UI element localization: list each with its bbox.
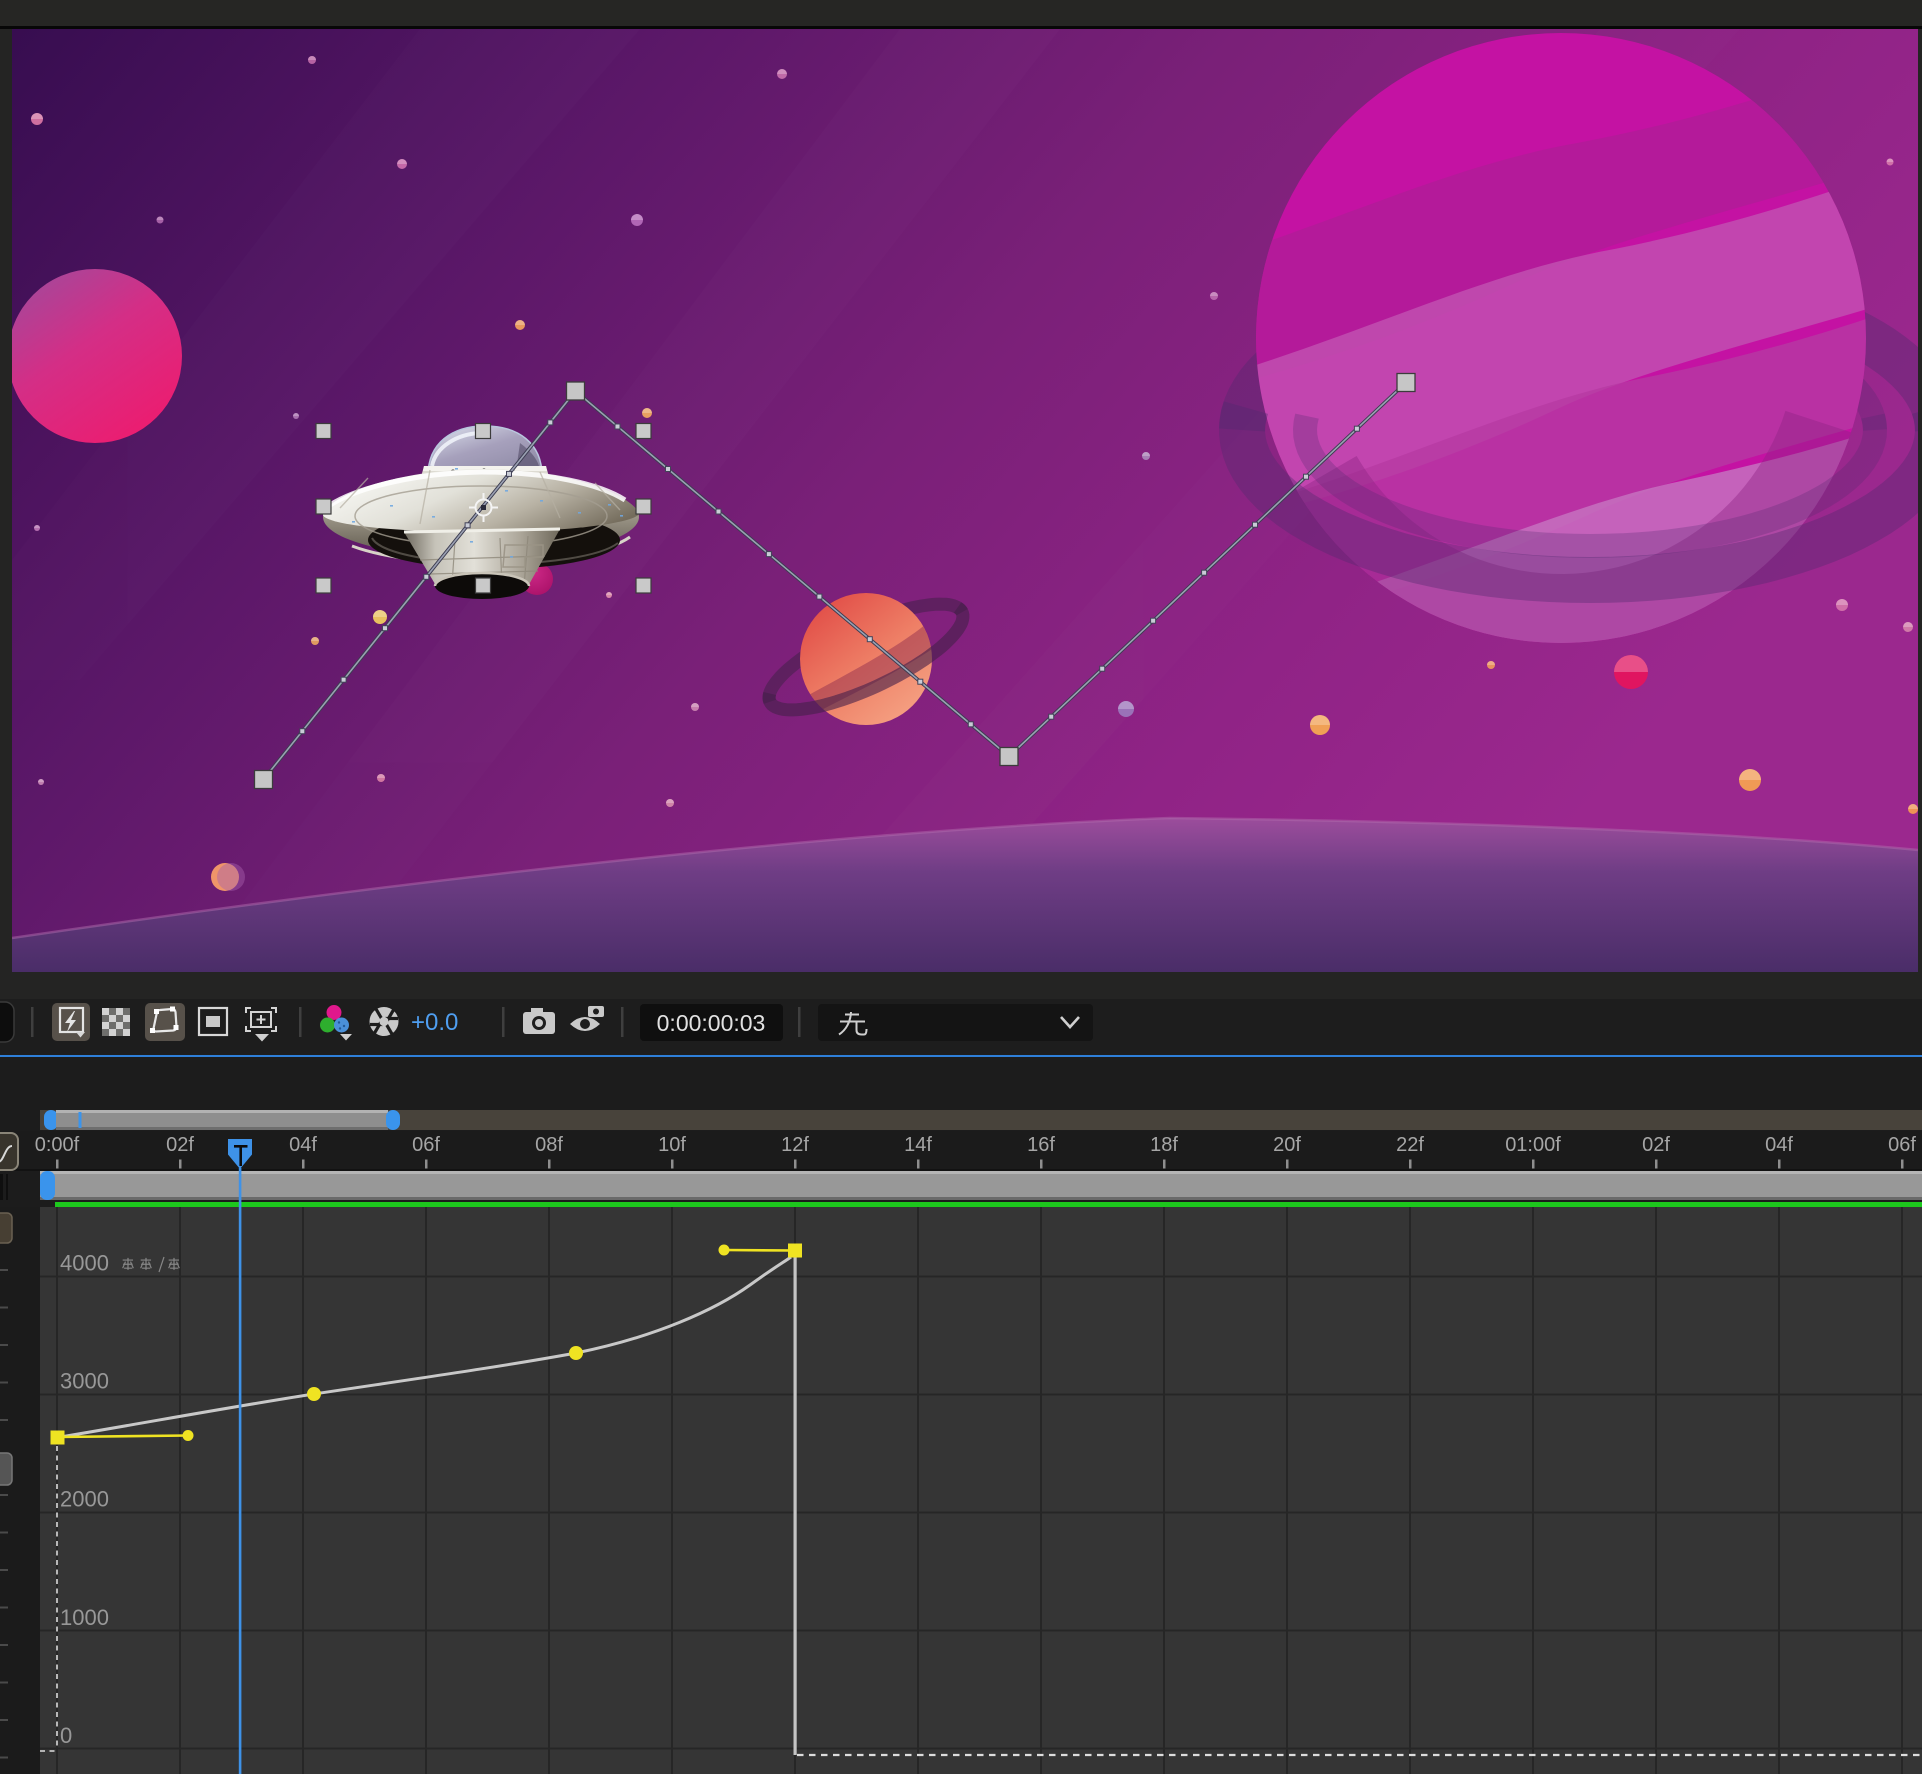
- svg-text:10f: 10f: [658, 1134, 686, 1156]
- svg-text:06f: 06f: [412, 1134, 440, 1156]
- svg-text:22f: 22f: [1396, 1134, 1424, 1156]
- svg-text:14f: 14f: [904, 1134, 932, 1156]
- svg-text:08f: 08f: [535, 1134, 563, 1156]
- svg-text:06f: 06f: [1888, 1134, 1916, 1156]
- svg-text:4000: 4000: [60, 1251, 109, 1276]
- svg-text:2000: 2000: [60, 1487, 109, 1512]
- svg-text:02f: 02f: [1642, 1134, 1670, 1156]
- svg-text:16f: 16f: [1027, 1134, 1055, 1156]
- svg-text:0:00:00:03: 0:00:00:03: [657, 1010, 766, 1036]
- svg-text:12f: 12f: [781, 1134, 809, 1156]
- svg-text:0: 0: [60, 1723, 72, 1748]
- svg-text:18f: 18f: [1150, 1134, 1178, 1156]
- svg-text:3000: 3000: [60, 1369, 109, 1394]
- svg-text:20f: 20f: [1273, 1134, 1301, 1156]
- svg-text:04f: 04f: [1765, 1134, 1793, 1156]
- svg-text:1000: 1000: [60, 1605, 109, 1630]
- svg-text:+0.0: +0.0: [411, 1009, 458, 1036]
- svg-text:0:00f: 0:00f: [35, 1134, 80, 1156]
- svg-text:02f: 02f: [166, 1134, 194, 1156]
- svg-text:01:00f: 01:00f: [1505, 1134, 1561, 1156]
- svg-text:04f: 04f: [289, 1134, 317, 1156]
